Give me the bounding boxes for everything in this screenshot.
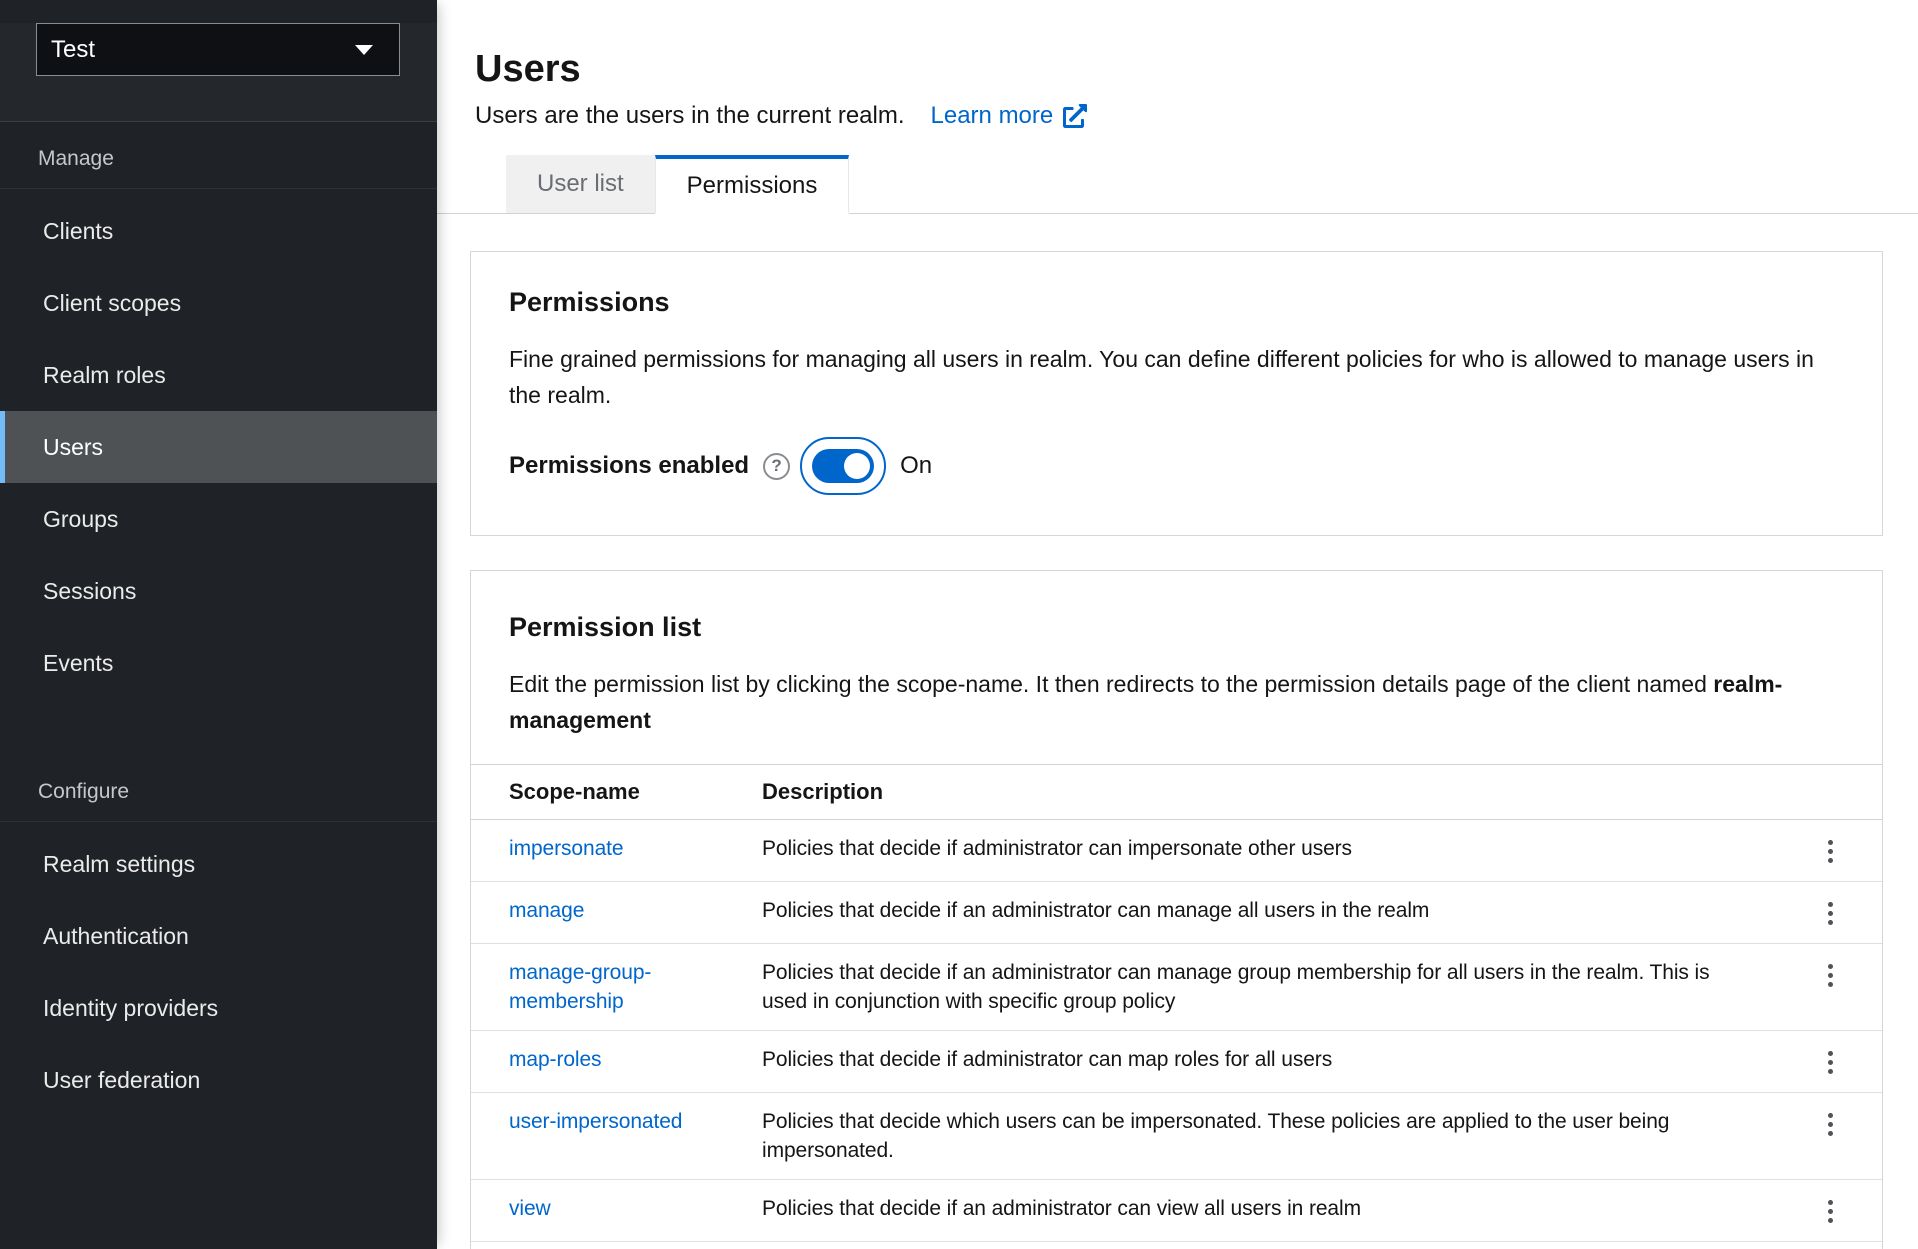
row-description: Policies that decide if administrator ca… bbox=[762, 820, 1778, 882]
realm-band: Test bbox=[0, 23, 437, 122]
scope-link-map-roles[interactable]: map-roles bbox=[509, 1048, 601, 1071]
kebab-vertical-icon[interactable] bbox=[1818, 1196, 1843, 1227]
sidebar-item-user-federation[interactable]: User federation bbox=[0, 1044, 437, 1116]
sidebar-item-authentication[interactable]: Authentication bbox=[0, 900, 437, 972]
row-description: Policies that decide if administrator ca… bbox=[762, 1031, 1778, 1093]
permissions-card: Permissions Fine grained permissions for… bbox=[470, 251, 1883, 536]
realm-selector-label: Test bbox=[51, 36, 95, 64]
sidebar-item-client-scopes[interactable]: Client scopes bbox=[0, 267, 437, 339]
nav-section-configure: Configure Realm settings Authentication … bbox=[0, 755, 437, 1116]
row-description: Policies that decide if an administrator… bbox=[762, 1180, 1778, 1242]
learn-more-label: Learn more bbox=[931, 101, 1054, 131]
permission-table: Scope-name Description impersonate Polic… bbox=[471, 764, 1882, 1242]
permission-list-card: Permission list Edit the permission list… bbox=[470, 570, 1883, 1249]
sidebar: Test Manage Clients Client scopes Realm … bbox=[0, 0, 437, 1249]
page-title: Users bbox=[475, 47, 1883, 91]
kebab-vertical-icon[interactable] bbox=[1818, 898, 1843, 929]
table-header-row: Scope-name Description bbox=[471, 765, 1882, 820]
question-circle-icon[interactable]: ? bbox=[763, 453, 790, 480]
column-header-actions bbox=[1778, 765, 1882, 820]
row-description: Policies that decide which users can be … bbox=[762, 1093, 1778, 1180]
page-header: Users Users are the users in the current… bbox=[437, 0, 1918, 131]
permissions-card-description: Fine grained permissions for managing al… bbox=[509, 341, 1844, 413]
page-subtitle: Users are the users in the current realm… bbox=[475, 101, 905, 131]
nav-section-title-manage: Manage bbox=[0, 122, 437, 189]
scope-link-manage[interactable]: manage bbox=[509, 899, 584, 922]
toggle-state-label: On bbox=[900, 452, 932, 480]
column-header-description: Description bbox=[762, 765, 1778, 820]
sidebar-item-clients[interactable]: Clients bbox=[0, 195, 437, 267]
table-row: map-roles Policies that decide if admini… bbox=[471, 1031, 1882, 1093]
table-row: manage-group-membership Policies that de… bbox=[471, 944, 1882, 1031]
kebab-vertical-icon[interactable] bbox=[1818, 1047, 1843, 1078]
kebab-vertical-icon[interactable] bbox=[1818, 960, 1843, 991]
content-area: Permissions Fine grained permissions for… bbox=[437, 251, 1918, 1249]
permissions-enabled-label: Permissions enabled bbox=[509, 452, 749, 480]
permission-list-description: Edit the permission list by clicking the… bbox=[509, 666, 1844, 738]
row-description: Policies that decide if an administrator… bbox=[762, 944, 1778, 1031]
permissions-toggle-row: Permissions enabled ? On bbox=[509, 437, 1844, 495]
permissions-card-title: Permissions bbox=[509, 286, 1844, 319]
scope-link-user-impersonated[interactable]: user-impersonated bbox=[509, 1110, 682, 1133]
table-row: impersonate Policies that decide if admi… bbox=[471, 820, 1882, 882]
main-content: Users Users are the users in the current… bbox=[437, 0, 1918, 1249]
scope-link-impersonate[interactable]: impersonate bbox=[509, 837, 623, 860]
page-subtitle-row: Users are the users in the current realm… bbox=[475, 101, 1883, 131]
nav-list-configure: Realm settings Authentication Identity p… bbox=[0, 822, 437, 1116]
toggle-knob bbox=[844, 453, 870, 479]
learn-more-link[interactable]: Learn more bbox=[931, 101, 1088, 131]
sidebar-item-realm-settings[interactable]: Realm settings bbox=[0, 828, 437, 900]
column-header-scope-name: Scope-name bbox=[471, 765, 762, 820]
kebab-vertical-icon[interactable] bbox=[1818, 1109, 1843, 1140]
sidebar-item-sessions[interactable]: Sessions bbox=[0, 555, 437, 627]
tab-bar: User list Permissions bbox=[437, 155, 1918, 214]
permissions-enabled-toggle[interactable] bbox=[812, 449, 874, 483]
permission-list-header: Permission list Edit the permission list… bbox=[471, 611, 1882, 738]
sidebar-nav: Manage Clients Client scopes Realm roles… bbox=[0, 122, 437, 1116]
sidebar-item-identity-providers[interactable]: Identity providers bbox=[0, 972, 437, 1044]
realm-selector[interactable]: Test bbox=[36, 23, 400, 76]
scope-link-view[interactable]: view bbox=[509, 1197, 551, 1220]
permissions-switch-focus-ring bbox=[800, 437, 886, 495]
sidebar-item-events[interactable]: Events bbox=[0, 627, 437, 699]
table-row: manage Policies that decide if an admini… bbox=[471, 882, 1882, 944]
sidebar-item-realm-roles[interactable]: Realm roles bbox=[0, 339, 437, 411]
scope-link-manage-group-membership[interactable]: manage-group-membership bbox=[509, 961, 651, 1013]
table-row: view Policies that decide if an administ… bbox=[471, 1180, 1882, 1242]
table-row: user-impersonated Policies that decide w… bbox=[471, 1093, 1882, 1180]
row-description: Policies that decide if an administrator… bbox=[762, 882, 1778, 944]
chevron-down-icon bbox=[355, 45, 373, 55]
nav-section-title-configure: Configure bbox=[0, 755, 437, 822]
permission-list-title: Permission list bbox=[509, 611, 1844, 644]
external-link-icon bbox=[1063, 104, 1087, 128]
nav-list-manage: Clients Client scopes Realm roles Users … bbox=[0, 189, 437, 699]
nav-section-manage: Manage Clients Client scopes Realm roles… bbox=[0, 122, 437, 699]
tab-user-list[interactable]: User list bbox=[506, 155, 655, 213]
sidebar-item-users[interactable]: Users bbox=[0, 411, 437, 483]
tab-permissions[interactable]: Permissions bbox=[655, 155, 850, 213]
kebab-vertical-icon[interactable] bbox=[1818, 836, 1843, 867]
sidebar-item-groups[interactable]: Groups bbox=[0, 483, 437, 555]
permission-list-description-text: Edit the permission list by clicking the… bbox=[509, 671, 1713, 697]
